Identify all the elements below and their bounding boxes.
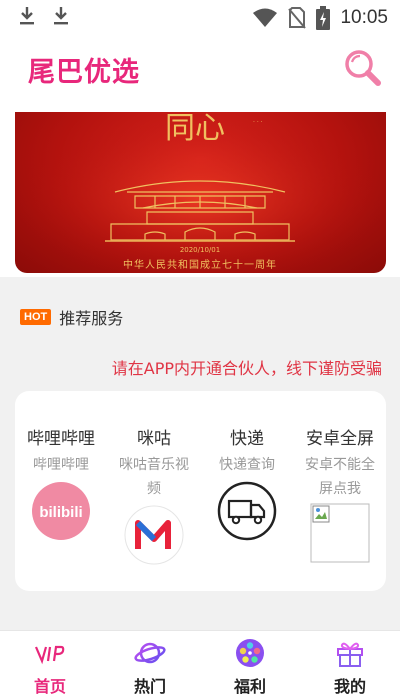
battery-charging-icon	[316, 6, 331, 30]
status-left	[18, 6, 70, 26]
app-header: 尾巴优选	[0, 34, 400, 112]
status-right: 10:05	[252, 6, 388, 30]
nav-item-welfare[interactable]: 福利	[200, 631, 300, 700]
nav-item-hot[interactable]: 热门	[100, 631, 200, 700]
app-title: 尾巴优选	[28, 57, 140, 88]
service-desc: 快递查询	[219, 457, 275, 473]
banner-date: 2020/10/01	[180, 246, 220, 254]
search-icon	[345, 50, 381, 86]
service-name: 安卓全屏	[306, 429, 374, 449]
section-header: HOT 推荐服务	[20, 305, 123, 329]
services-card: 哔哩哔哩 哔哩哔哩 bilibili 咪咕 咪咕音乐视频 快递 快递查询 安卓全…	[15, 391, 386, 591]
gift-icon	[337, 642, 363, 667]
nav-label-hot: 热门	[133, 677, 166, 696]
nav-label-mine: 我的	[333, 677, 366, 696]
service-bilibili[interactable]: 哔哩哔哩 哔哩哔哩 bilibili	[15, 391, 107, 591]
service-fullscreen[interactable]: 安卓全屏 安卓不能全屏点我	[294, 391, 386, 591]
migu-icon	[124, 505, 184, 565]
download-icon	[54, 7, 68, 25]
nav-label-home: 首页	[33, 677, 66, 696]
service-migu[interactable]: 咪咕 咪咕音乐视频	[108, 391, 200, 591]
banner-headline: 同心	[165, 112, 225, 146]
download-icon	[20, 7, 34, 25]
bottom-nav: 首页 热门 福利 我的	[0, 630, 400, 700]
film-reel-icon	[236, 639, 264, 667]
svg-text:bilibili: bilibili	[39, 504, 82, 521]
nav-label-welfare: 福利	[233, 677, 266, 696]
service-name: 快递	[230, 429, 264, 449]
status-bar: 10:05	[0, 0, 400, 34]
service-desc: 安卓不能全屏点我	[305, 457, 375, 497]
svg-text:· · ·: · · ·	[253, 119, 263, 126]
banner-carousel[interactable]: 同心 · · · 2020/10/01 中华人民共和国成立七十一周年	[15, 112, 386, 273]
banner-caption: 中华人民共和国成立七十一周年	[123, 258, 277, 271]
truck-icon	[217, 481, 277, 541]
planet-icon	[134, 642, 166, 664]
service-desc: 哔哩哔哩	[33, 457, 89, 473]
banner-image: 同心 · · · 2020/10/01 中华人民共和国成立七十一周年	[15, 112, 386, 273]
bilibili-icon: bilibili	[31, 481, 91, 541]
broken-image-icon	[310, 503, 370, 563]
banner-container: 同心 · · · 2020/10/01 中华人民共和国成立七十一周年	[0, 112, 400, 277]
wifi-icon	[253, 8, 278, 27]
service-name: 咪咕	[137, 429, 171, 449]
service-name: 哔哩哔哩	[27, 429, 95, 449]
service-desc: 咪咕音乐视频	[119, 457, 189, 497]
status-time: 10:05	[340, 7, 388, 28]
section-title: 推荐服务	[59, 309, 124, 328]
search-button[interactable]	[342, 48, 382, 88]
service-express[interactable]: 快递 快递查询	[201, 391, 293, 591]
no-sim-icon	[288, 7, 307, 29]
hot-badge: HOT	[20, 309, 52, 325]
nav-item-home[interactable]: 首页	[0, 631, 100, 700]
vip-icon	[34, 645, 65, 665]
partner-notice: 请在APP内开通合伙人，线下谨防受骗	[111, 359, 382, 378]
nav-item-mine[interactable]: 我的	[300, 631, 400, 700]
